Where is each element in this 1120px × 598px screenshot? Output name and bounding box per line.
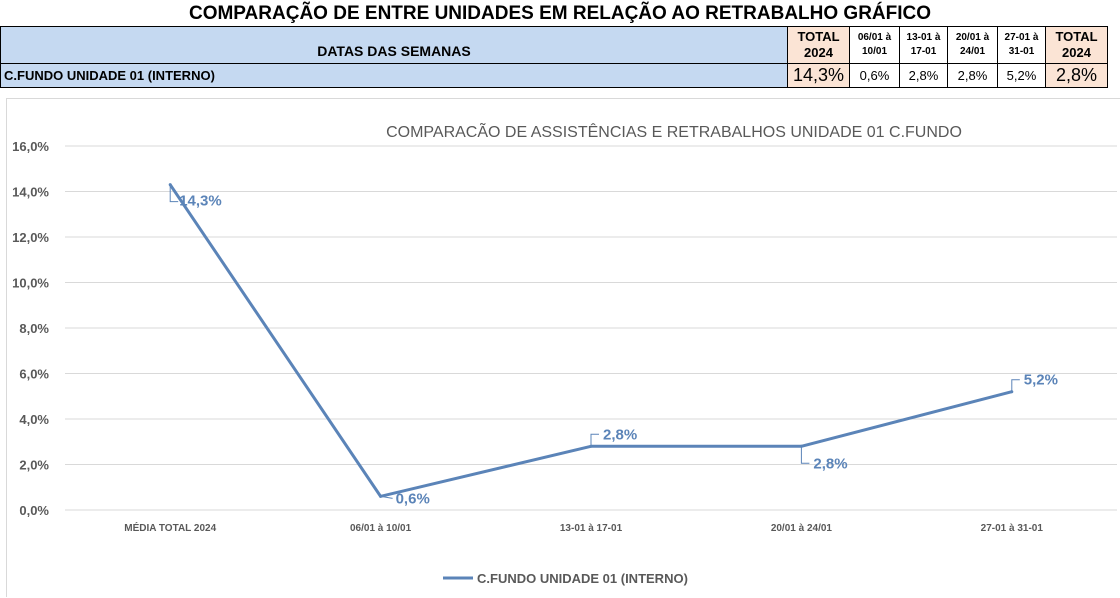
data-label-leader	[800, 446, 810, 464]
y-tick-label: 10,0%	[12, 276, 49, 291]
data-label: 14,3%	[179, 193, 222, 210]
header-week-1: 06/01 à 10/01	[849, 26, 900, 64]
x-tick-label: MÉDIA TOTAL 2024	[124, 521, 216, 534]
data-label-leader	[590, 433, 599, 447]
y-tick-label: 12,0%	[12, 230, 49, 245]
summary-table: DATAS DAS SEMANAS TOTAL 2024 06/01 à 10/…	[0, 26, 1108, 88]
table-header-row: DATAS DAS SEMANAS TOTAL 2024 06/01 à 10/…	[0, 26, 1108, 64]
data-label: 5,2%	[1024, 372, 1058, 389]
header-week-3-line-2: 24/01	[959, 46, 986, 57]
header-label-cell: DATAS DAS SEMANAS	[0, 26, 788, 64]
header-week-4-line-1: 27-01 à	[1004, 32, 1039, 43]
header-total-1-line-2: 2024	[804, 45, 833, 60]
row-total-2: 2,8%	[1045, 63, 1108, 88]
header-week-4: 27-01 à 31-01	[997, 26, 1046, 64]
header-total-1: TOTAL 2024	[787, 26, 850, 64]
header-week-3-line-1: 20/01 à	[955, 32, 990, 43]
y-tick-label: 6,0%	[19, 367, 49, 382]
x-tick-label: 27-01 à 31-01	[981, 523, 1044, 534]
y-tick-label: 4,0%	[19, 412, 49, 427]
x-tick-label: 06/01 à 10/01	[350, 523, 412, 534]
header-week-2: 13-01 à 17-01	[899, 26, 948, 64]
header-total-2: TOTAL 2024	[1045, 26, 1108, 64]
data-label-leader	[1011, 379, 1020, 392]
header-total-1-line-1: TOTAL	[797, 29, 840, 44]
y-tick-label: 0,0%	[19, 503, 49, 518]
x-tick-label: 20/01 à 24/01	[771, 523, 833, 534]
row-week-4: 5,2%	[997, 63, 1046, 88]
data-label: 2,8%	[813, 455, 847, 472]
legend-label: C.FUNDO UNIDADE 01 (INTERNO)	[477, 571, 688, 586]
table-row: C.FUNDO UNIDADE 01 (INTERNO) 14,3% 0,6% …	[0, 63, 1108, 88]
row-week-2: 2,8%	[899, 63, 948, 88]
y-tick-label: 16,0%	[12, 139, 49, 154]
header-week-1-line-1: 06/01 à	[857, 32, 892, 43]
header-total-2-line-1: TOTAL	[1055, 29, 1098, 44]
line-chart: 0,0% 2,0% 4,0% 6,0% 8,0% 10,0% 12,0% 14,0% 16,0%…	[12, 121, 1117, 586]
x-tick-label: 13-01 à 17-01	[560, 523, 623, 534]
y-tick-label: 8,0%	[19, 321, 49, 336]
series-line	[168, 183, 1013, 498]
row-label: C.FUNDO UNIDADE 01 (INTERNO)	[0, 63, 788, 88]
chart-area: 0,0% 2,0% 4,0% 6,0% 8,0% 10,0% 12,0% 14,0% 16,0%…	[6, 98, 1120, 597]
chart-title: COMPARACÃO DE ASSISTÊNCIAS E RETRABALHOS…	[386, 121, 962, 141]
header-week-2-line-2: 17-01	[910, 46, 937, 57]
row-total-1: 14,3%	[787, 63, 850, 88]
header-week-1-line-2: 10/01	[861, 46, 888, 57]
header-total-2-line-2: 2024	[1062, 45, 1091, 60]
header-week-4-line-2: 31-01	[1008, 46, 1035, 57]
row-week-1: 0,6%	[849, 63, 900, 88]
header-label: DATAS DAS SEMANAS	[317, 43, 471, 59]
y-tick-label: 14,0%	[12, 185, 49, 200]
page-title: COMPARAÇÃO DE ENTRE UNIDADES EM RELAÇÃO …	[188, 3, 932, 24]
data-label: 2,8%	[603, 426, 637, 443]
legend: C.FUNDO UNIDADE 01 (INTERNO)	[443, 571, 688, 586]
row-week-3: 2,8%	[947, 63, 998, 88]
y-tick-label: 2,0%	[19, 458, 49, 473]
data-label: 0,6%	[396, 490, 430, 507]
header-week-3: 20/01 à 24/01	[947, 26, 998, 64]
header-week-2-line-1: 13-01 à	[906, 32, 941, 43]
